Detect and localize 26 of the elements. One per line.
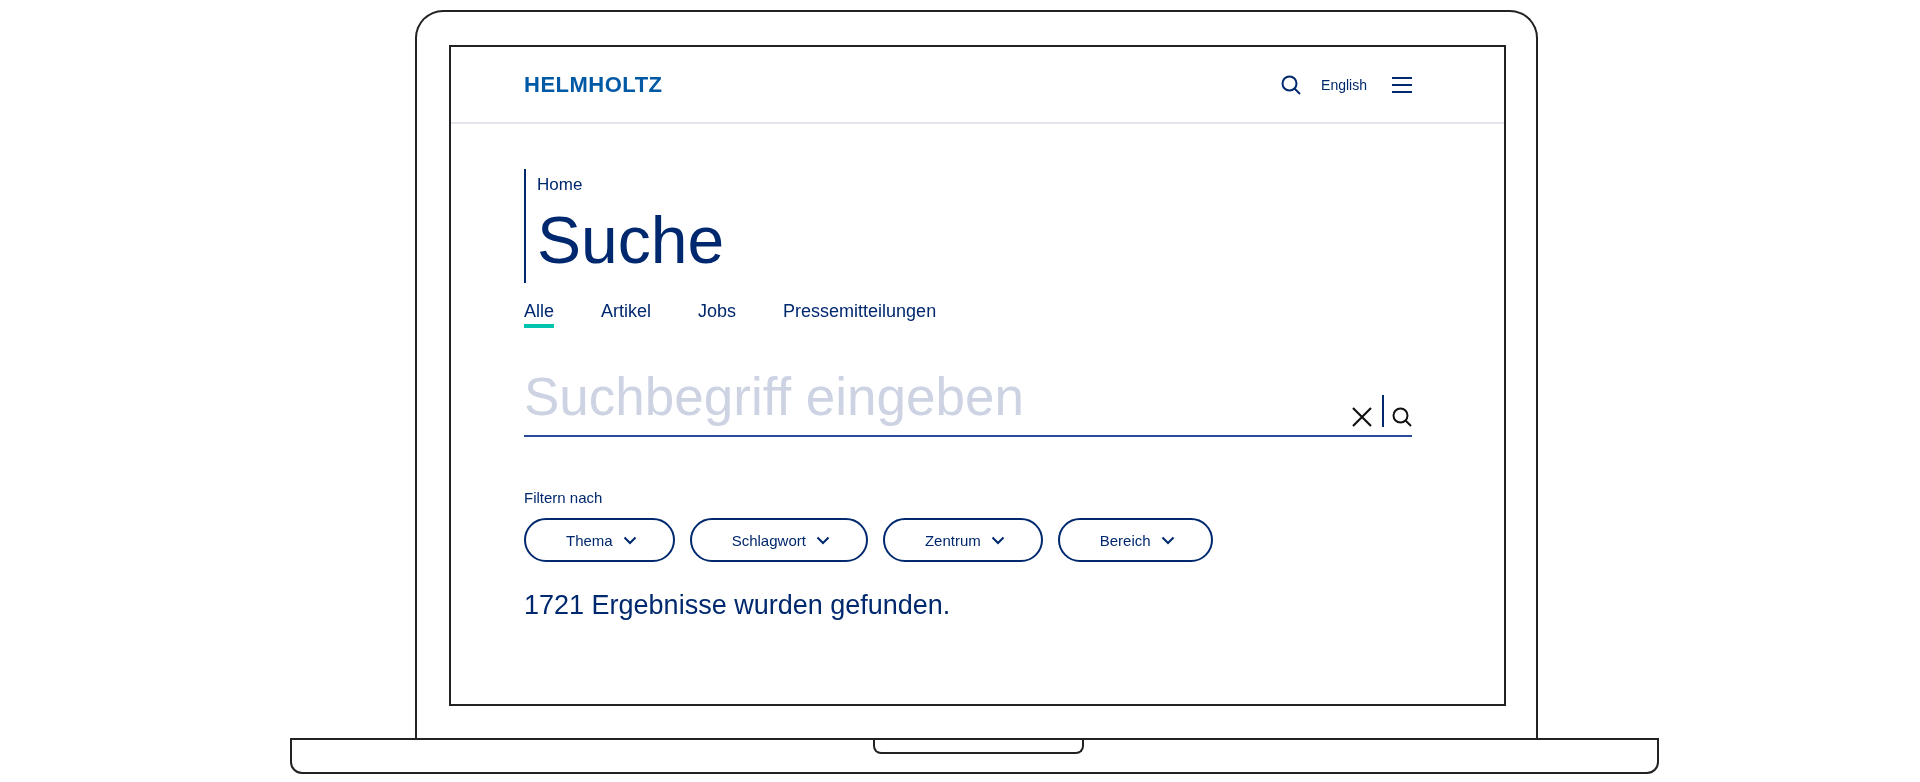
search-button[interactable] xyxy=(1281,74,1302,95)
close-icon xyxy=(1352,407,1372,427)
tab[interactable]: Artikel xyxy=(601,301,652,328)
chevron-down-icon xyxy=(1160,535,1175,545)
chevron-down-icon xyxy=(622,535,637,545)
breadcrumb-link[interactable]: Home xyxy=(537,175,583,195)
search-icon xyxy=(1392,407,1412,427)
filter-button[interactable]: Zentrum xyxy=(882,518,1043,562)
tab[interactable]: Pressemitteilungen xyxy=(783,301,937,328)
filter-button[interactable]: Bereich xyxy=(1057,518,1213,562)
language-link[interactable]: English xyxy=(1321,76,1367,93)
chevron-down-icon xyxy=(815,535,830,545)
result-count: 1721 Ergebnisse wurden gefunden. xyxy=(524,590,952,621)
clear-button[interactable] xyxy=(1352,407,1372,427)
search-icon xyxy=(1281,74,1302,95)
menu-button[interactable] xyxy=(1392,75,1412,94)
page-title: Suche xyxy=(537,202,725,279)
filter-button[interactable]: Thema xyxy=(524,518,675,562)
search-submit-button[interactable] xyxy=(1392,407,1412,427)
logo[interactable]: HELMHOLTZ xyxy=(524,71,663,98)
filter-button[interactable]: Schlagwort xyxy=(689,518,868,562)
tab[interactable]: Jobs xyxy=(698,301,737,328)
chevron-down-icon xyxy=(990,535,1005,545)
tab[interactable]: Alle xyxy=(524,301,554,328)
filter-label: Filtern nach xyxy=(524,489,604,506)
menu-icon xyxy=(1392,75,1412,94)
